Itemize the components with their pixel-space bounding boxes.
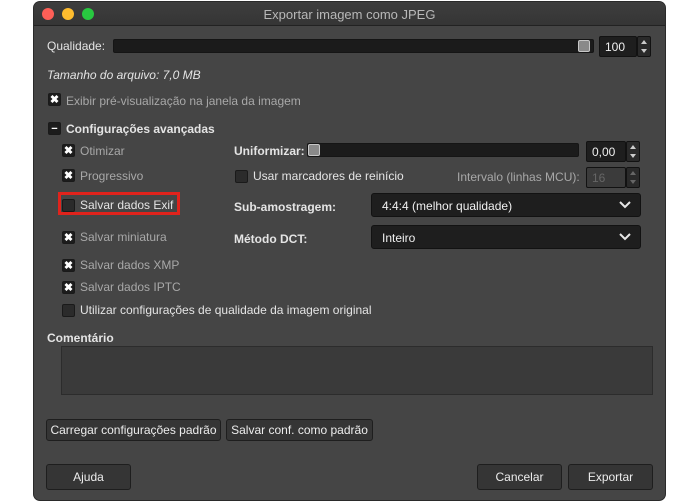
- save-defaults-button[interactable]: Salvar conf. como padrão: [226, 419, 373, 441]
- restart-markers-checkbox[interactable]: [235, 170, 248, 183]
- interval-stepper[interactable]: [626, 167, 640, 188]
- optimize-label: Otimizar: [80, 144, 125, 158]
- chevron-down-icon: [619, 233, 631, 241]
- use-original-quality-checkbox[interactable]: [62, 304, 75, 317]
- window-title: Exportar imagem como JPEG: [263, 7, 436, 22]
- smoothing-label: Uniformizar:: [234, 144, 305, 158]
- subsampling-label: Sub-amostragem:: [234, 200, 337, 214]
- stepper-down-icon: [630, 154, 636, 158]
- quality-label: Qualidade:: [47, 39, 106, 53]
- dct-label: Método DCT:: [234, 232, 308, 246]
- load-defaults-button[interactable]: Carregar configurações padrão: [46, 419, 221, 441]
- subsampling-select[interactable]: 4:4:4 (melhor qualidade): [371, 193, 641, 217]
- preview-label: Exibir pré-visualização na janela da ima…: [66, 94, 301, 108]
- save-thumbnail-label: Salvar miniatura: [80, 230, 167, 244]
- smoothing-input[interactable]: 0,00: [586, 141, 626, 162]
- dct-method-select[interactable]: Inteiro: [371, 225, 641, 249]
- use-original-quality-label: Utilizar configurações de qualidade da i…: [80, 303, 372, 317]
- restart-markers-label: Usar marcadores de reinício: [253, 169, 404, 183]
- title-bar: Exportar imagem como JPEG: [34, 2, 665, 26]
- interval-input[interactable]: 16: [586, 167, 626, 188]
- progressive-checkbox[interactable]: ✖: [62, 169, 75, 182]
- save-thumbnail-checkbox[interactable]: ✖: [62, 231, 75, 244]
- stepper-down-icon: [630, 180, 636, 184]
- save-iptc-checkbox[interactable]: ✖: [62, 281, 75, 294]
- export-button[interactable]: Exportar: [568, 464, 653, 490]
- subsampling-value: 4:4:4 (melhor qualidade): [382, 199, 513, 213]
- comment-textarea[interactable]: [61, 346, 653, 395]
- comment-label: Comentário: [47, 331, 114, 345]
- collapse-icon[interactable]: −: [48, 122, 61, 135]
- smoothing-stepper[interactable]: [626, 141, 640, 162]
- optimize-checkbox[interactable]: ✖: [62, 144, 75, 157]
- quality-slider[interactable]: [113, 39, 594, 53]
- preview-checkbox[interactable]: ✖: [48, 93, 61, 106]
- interval-label: Intervalo (linhas MCU):: [457, 170, 580, 184]
- file-size-text: Tamanho do arquivo: 7,0 MB: [47, 68, 201, 82]
- save-xmp-checkbox[interactable]: ✖: [62, 259, 75, 272]
- quality-slider-thumb[interactable]: [578, 40, 590, 52]
- progressive-label: Progressivo: [80, 169, 144, 183]
- help-button[interactable]: Ajuda: [46, 464, 131, 490]
- stepper-up-icon: [630, 171, 636, 175]
- dct-value: Inteiro: [382, 231, 416, 245]
- save-xmp-label: Salvar dados XMP: [80, 258, 180, 272]
- chevron-down-icon: [619, 201, 631, 209]
- highlight-box: [58, 192, 180, 215]
- smoothing-slider-thumb[interactable]: [308, 144, 320, 156]
- smoothing-slider[interactable]: [307, 143, 579, 157]
- quality-stepper[interactable]: [637, 36, 651, 57]
- quality-input[interactable]: 100: [599, 36, 637, 57]
- advanced-settings-header[interactable]: Configurações avançadas: [66, 122, 215, 136]
- stepper-up-icon: [641, 40, 647, 44]
- export-jpeg-dialog: Exportar imagem como JPEG Qualidade: 100…: [34, 2, 665, 500]
- stepper-down-icon: [641, 49, 647, 53]
- stepper-up-icon: [630, 145, 636, 149]
- cancel-button[interactable]: Cancelar: [477, 464, 562, 490]
- save-iptc-label: Salvar dados IPTC: [80, 280, 181, 294]
